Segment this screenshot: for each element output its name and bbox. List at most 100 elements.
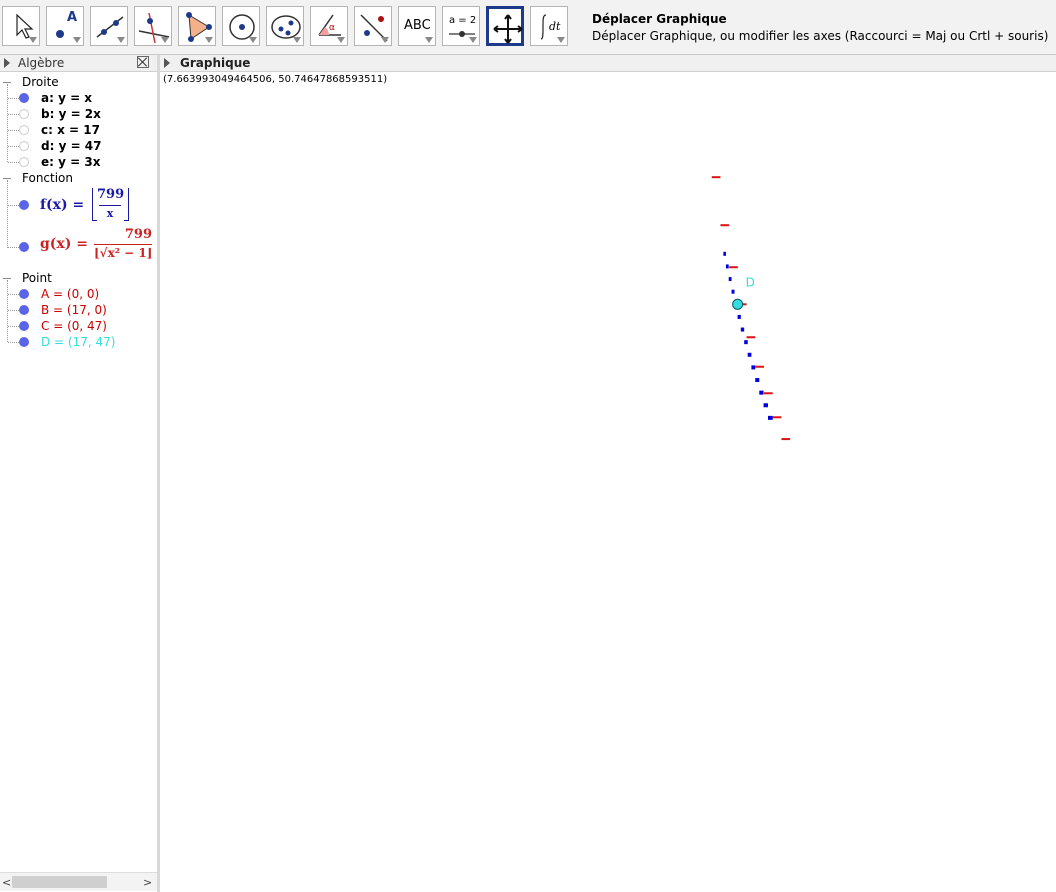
function-g-lhs: g(x) =	[40, 236, 88, 252]
object-e[interactable]: e: y = 3x	[41, 155, 100, 169]
tree-line	[7, 180, 8, 248]
visibility-toggle[interactable]	[19, 125, 29, 135]
object-B[interactable]: B = (17, 0)	[41, 303, 107, 317]
submenu-arrow-icon	[29, 37, 37, 43]
submenu-arrow-icon	[293, 37, 301, 43]
expand-arrow-icon[interactable]	[4, 58, 10, 68]
object-b[interactable]: b: y = 2x	[41, 107, 101, 121]
tree-line	[7, 280, 8, 342]
tree-line	[7, 84, 8, 162]
tree-branch	[8, 162, 19, 163]
slider-tool[interactable]: a = 2	[442, 6, 480, 46]
angle-tool[interactable]: α	[310, 6, 348, 46]
move-tool[interactable]	[2, 6, 40, 46]
visibility-toggle[interactable]	[19, 200, 29, 210]
floor-bracket-right	[124, 188, 129, 221]
tool-glyph: a = 2	[449, 15, 477, 26]
function-g[interactable]: g(x) = 799 ⌊√x² − 1⌋	[40, 227, 156, 267]
tool-glyph: dt	[549, 20, 561, 33]
function-g-denominator: ⌊√x² − 1⌋	[94, 246, 153, 260]
tree-branch	[8, 247, 19, 248]
submenu-arrow-icon	[469, 37, 477, 43]
object-a[interactable]: a: y = x	[41, 91, 92, 105]
visibility-toggle[interactable]	[19, 141, 29, 151]
line-tool[interactable]	[90, 6, 128, 46]
algebra-horizontal-scrollbar[interactable]: < >	[0, 872, 157, 891]
submenu-arrow-icon	[249, 37, 257, 43]
tree-branch	[8, 294, 19, 295]
cas-tool[interactable]: dt	[530, 6, 568, 46]
collapse-icon[interactable]	[3, 178, 11, 179]
point-D[interactable]	[732, 298, 744, 310]
function-g-numerator: 799	[124, 227, 152, 242]
polygon-tool[interactable]	[178, 6, 216, 46]
tool-help-title: Déplacer Graphique	[592, 12, 727, 26]
function-f-lhs: f(x) =	[40, 197, 85, 213]
collapse-icon[interactable]	[3, 278, 11, 279]
move-graphics-view-icon	[493, 14, 523, 44]
graphics-view[interactable]: (7.663993049464506, 50.74647868593511) D	[160, 72, 1056, 890]
visibility-toggle[interactable]	[19, 305, 29, 315]
tree-branch	[8, 146, 19, 147]
fraction-bar	[94, 244, 152, 245]
tree-branch	[8, 130, 19, 131]
visibility-toggle[interactable]	[19, 289, 29, 299]
function-f[interactable]: f(x) = 799 x	[40, 186, 132, 226]
visibility-toggle[interactable]	[19, 157, 29, 167]
object-C[interactable]: C = (0, 47)	[41, 319, 107, 333]
tool-help: Déplacer Graphique Déplacer Graphique, o…	[592, 12, 1048, 43]
visibility-toggle[interactable]	[19, 93, 29, 103]
object-A[interactable]: A = (0, 0)	[41, 287, 99, 301]
submenu-arrow-icon	[161, 37, 169, 43]
scroll-right-icon[interactable]: >	[143, 876, 152, 889]
graphics-header: Graphique	[160, 55, 1056, 72]
tree-branch	[8, 326, 19, 327]
object-d[interactable]: d: y = 47	[41, 139, 102, 153]
tool-glyph: A	[67, 10, 78, 25]
algebra-header: Algèbre	[0, 55, 157, 72]
tree-branch	[8, 342, 19, 343]
move-graphics-tool[interactable]	[486, 6, 524, 46]
tool-glyph: ABC	[404, 18, 431, 33]
point-tool[interactable]: A	[46, 6, 84, 46]
submenu-arrow-icon	[73, 37, 81, 43]
category-fonction[interactable]: Fonction	[22, 171, 73, 185]
visibility-toggle[interactable]	[19, 337, 29, 347]
tree-branch	[8, 114, 19, 115]
point-D-label: D	[746, 275, 755, 289]
toolbar: Aα ABC a = 2 dt Déplacer Graphique Déplacer…	[0, 0, 1056, 55]
object-c[interactable]: c: x = 17	[41, 123, 100, 137]
tree-branch	[8, 205, 19, 206]
graphics-canvas[interactable]: D	[160, 72, 1056, 890]
tree-branch	[8, 98, 19, 99]
category-droite[interactable]: Droite	[22, 75, 59, 89]
submenu-arrow-icon	[557, 37, 565, 43]
algebra-view: Droite a: y = x b: y = 2x c: x = 17 d: y…	[0, 72, 157, 872]
tree-branch	[8, 310, 19, 311]
text-tool[interactable]: ABC	[398, 6, 436, 46]
algebra-title: Algèbre	[18, 56, 65, 70]
graphics-title: Graphique	[180, 56, 251, 70]
submenu-arrow-icon	[205, 37, 213, 43]
close-icon[interactable]	[137, 56, 149, 68]
visibility-toggle[interactable]	[19, 242, 29, 252]
submenu-arrow-icon	[425, 37, 433, 43]
object-D[interactable]: D = (17, 47)	[41, 335, 115, 349]
submenu-arrow-icon	[381, 37, 389, 43]
conic-tool[interactable]	[266, 6, 304, 46]
scrollbar-thumb[interactable]	[12, 876, 107, 888]
circle-tool[interactable]	[222, 6, 260, 46]
visibility-toggle[interactable]	[19, 109, 29, 119]
fraction-bar	[99, 205, 121, 206]
function-f-numerator: 799	[97, 187, 125, 202]
perpendicular-tool[interactable]	[134, 6, 172, 46]
expand-arrow-icon[interactable]	[164, 58, 170, 68]
category-point[interactable]: Point	[22, 271, 52, 285]
collapse-icon[interactable]	[3, 82, 11, 83]
visibility-toggle[interactable]	[19, 321, 29, 331]
tool-help-text: Déplacer Graphique, ou modifier les axes…	[592, 29, 1049, 43]
reflect-tool[interactable]	[354, 6, 392, 46]
scroll-left-icon[interactable]: <	[2, 876, 11, 889]
tool-glyph: α	[329, 23, 335, 33]
submenu-arrow-icon	[337, 37, 345, 43]
